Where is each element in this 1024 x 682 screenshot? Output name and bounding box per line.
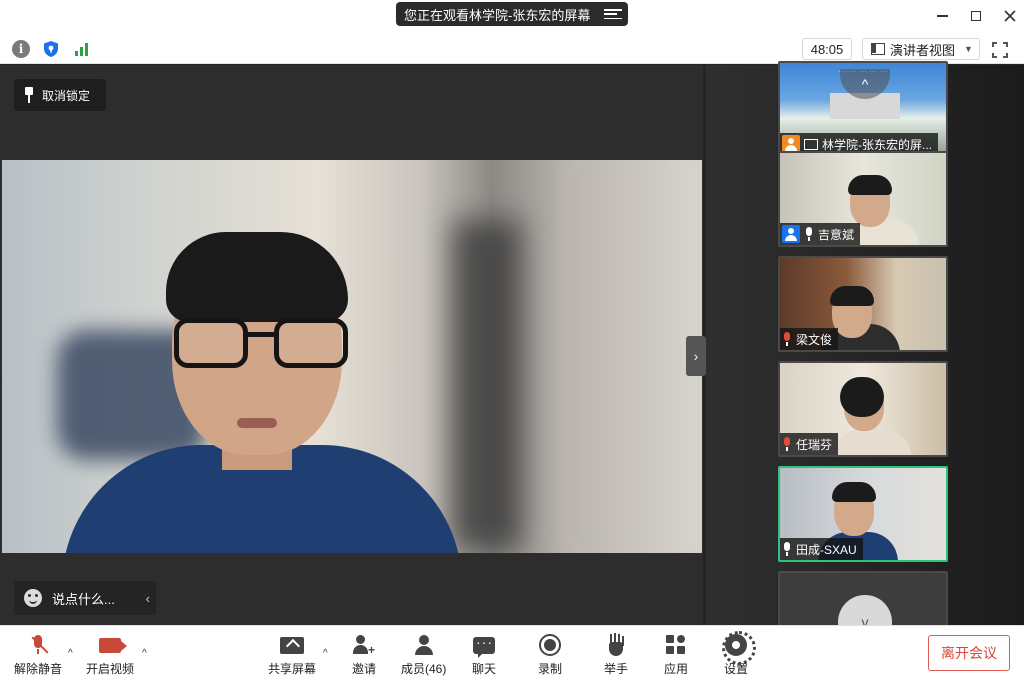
raise-hand-label: 举手 <box>604 662 629 676</box>
view-mode-label: 演讲者视图 <box>890 42 956 58</box>
participant-tile-active[interactable]: 田成-SXAU <box>778 466 948 562</box>
minimize-button[interactable] <box>934 6 950 26</box>
screen-share-banner[interactable]: 您正在观看林学院-张东宏的屏幕 <box>396 2 628 26</box>
maximize-button[interactable] <box>968 6 984 26</box>
close-icon <box>1004 10 1016 22</box>
screen-share-icon <box>804 138 818 150</box>
mic-icon <box>782 542 792 556</box>
participant-tile[interactable]: 梁文俊 <box>778 256 948 352</box>
chat-label: 聊天 <box>472 662 497 676</box>
participant-name: 田成-SXAU <box>796 542 857 557</box>
speaker-video <box>2 160 702 553</box>
meeting-info-bar: i 48:05 演讲者视图 ▼ <box>0 32 1024 64</box>
chevron-left-icon[interactable]: ‹ <box>146 591 150 606</box>
meeting-window: 您正在观看林学院-张东宏的屏幕 i 48:05 演讲者视图 ▼ 取消锁定 说点什… <box>0 0 1024 682</box>
members-button[interactable]: 成员(46) <box>401 634 446 677</box>
share-screen-icon <box>280 636 304 654</box>
pin-icon <box>24 87 34 103</box>
invite-label: 邀请 <box>352 662 377 676</box>
mic-icon <box>804 227 814 241</box>
view-mode-dropdown[interactable]: 演讲者视图 ▼ <box>862 38 980 60</box>
window-controls <box>934 6 1018 26</box>
main-video-area: 取消锁定 说点什么... ‹ <box>0 65 703 625</box>
chevron-down-icon: ▼ <box>964 44 973 54</box>
video-off-icon <box>99 637 127 653</box>
participant-tile[interactable]: 任瑞芬 <box>778 361 948 457</box>
gear-icon <box>722 631 756 665</box>
tile-label: 梁文俊 <box>780 328 839 350</box>
invite-button[interactable]: + 邀请 <box>352 634 376 677</box>
speaker-person <box>62 190 482 553</box>
members-icon <box>413 635 435 655</box>
mic-muted-icon <box>782 437 792 451</box>
apps-icon <box>666 635 686 655</box>
chat-placeholder: 说点什么... <box>52 591 115 607</box>
meeting-toolbar: 解除静音 ^ 开启视频 ^ 共享屏幕 ^ + 邀请 成员(46) 聊天 录制 <box>0 625 1024 682</box>
chat-icon <box>473 634 495 658</box>
unpin-label: 取消锁定 <box>42 88 91 103</box>
close-button[interactable] <box>1002 6 1018 26</box>
apps-label: 应用 <box>664 662 689 676</box>
fullscreen-icon[interactable] <box>992 42 1008 58</box>
add-user-icon: + <box>353 635 375 657</box>
emoji-icon[interactable] <box>24 589 42 607</box>
record-icon <box>539 634 561 656</box>
meeting-timer: 48:05 <box>802 38 852 60</box>
quick-chat-input[interactable]: 说点什么... ‹ <box>14 581 156 615</box>
info-icon[interactable]: i <box>12 40 30 58</box>
participant-tile[interactable]: ··· ··· ··· ··· ··· ^ 林学院-张东宏的屏... <box>778 61 948 157</box>
start-video-button[interactable]: 开启视频 <box>86 634 134 677</box>
participant-name: 任瑞芬 <box>796 437 833 452</box>
share-screen-label: 共享屏幕 <box>268 662 317 676</box>
tile-label: 任瑞芬 <box>780 433 839 455</box>
raise-hand-button[interactable]: 举手 <box>604 634 628 677</box>
members-label: 成员(46) <box>401 662 447 676</box>
participant-name: 吉意斌 <box>818 227 855 242</box>
window-title: 您正在观看林学院-张东宏的屏幕 <box>404 7 591 23</box>
unpin-button[interactable]: 取消锁定 <box>14 79 106 111</box>
participant-name: 林学院-张东宏的屏... <box>822 137 932 152</box>
unmute-label: 解除静音 <box>14 662 63 676</box>
record-label: 录制 <box>538 662 563 676</box>
video-options-chevron-up-icon[interactable]: ^ <box>142 648 147 659</box>
unmute-button[interactable]: 解除静音 <box>14 634 62 677</box>
audio-options-chevron-up-icon[interactable]: ^ <box>68 648 73 659</box>
menu-icon[interactable] <box>604 7 622 21</box>
title-bar: 您正在观看林学院-张东宏的屏幕 <box>0 0 1024 32</box>
record-button[interactable]: 录制 <box>538 634 562 677</box>
user-icon <box>782 225 800 243</box>
leave-meeting-button[interactable]: 离开会议 <box>928 635 1010 671</box>
shield-icon[interactable] <box>42 40 60 58</box>
layout-icon <box>871 43 885 55</box>
participant-tile[interactable]: 吉意斌 <box>778 151 948 247</box>
raise-hand-icon <box>607 634 625 656</box>
chat-button[interactable]: 聊天 <box>472 634 496 677</box>
tile-label: 吉意斌 <box>780 223 861 245</box>
mic-muted-icon <box>782 332 792 346</box>
settings-button[interactable]: 设置 <box>722 631 756 677</box>
share-screen-button[interactable]: 共享屏幕 <box>268 634 316 677</box>
chevron-right-icon: › <box>693 348 699 364</box>
start-video-label: 开启视频 <box>86 662 135 676</box>
tile-label: 田成-SXAU <box>780 538 863 560</box>
participant-gallery: ··· ··· ··· ··· ··· ^ 林学院-张东宏的屏... 吉意斌 <box>706 61 1024 667</box>
sidebar-collapse-button[interactable]: › <box>686 336 706 376</box>
apps-button[interactable]: 应用 <box>664 634 688 677</box>
mic-muted-icon <box>31 635 49 655</box>
share-options-chevron-up-icon[interactable]: ^ <box>323 648 328 659</box>
signal-strength-icon[interactable] <box>72 42 90 56</box>
participant-name: 梁文俊 <box>796 332 833 347</box>
